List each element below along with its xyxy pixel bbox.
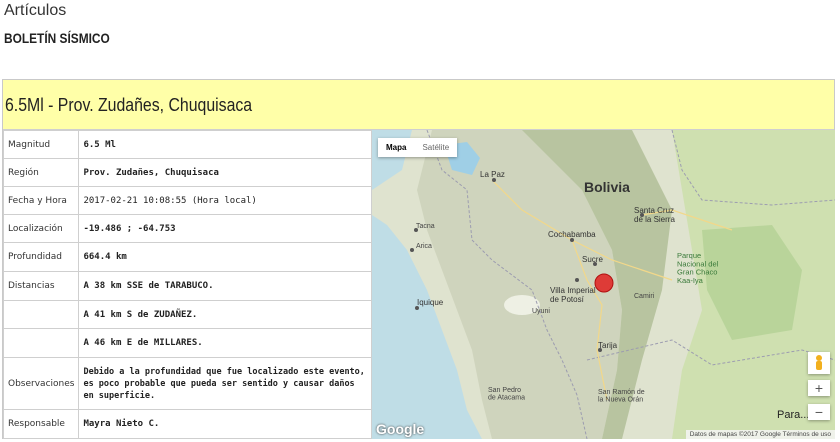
section-title: BOLETÍN SÍSMICO: [4, 30, 110, 46]
place-label: Sucre: [582, 255, 603, 264]
table-row: Profundidad 664.4 km: [2, 242, 372, 272]
row-value: A 41 km S de ZUDAÑEZ.: [78, 300, 372, 329]
place-label: Tarija: [598, 341, 618, 350]
row-label: Observaciones: [2, 357, 80, 410]
event-title: 6.5Ml - Prov. Zudañes, Chuquisaca: [5, 95, 253, 115]
map-labels: Bolivia La Paz Cochabamba Santa Cruz de l…: [416, 170, 809, 421]
place-label: La Paz: [480, 170, 505, 179]
map-attribution[interactable]: Datos de mapas ©2017 Google Términos de …: [685, 430, 835, 439]
event-title-bar: 6.5Ml - Prov. Zudañes, Chuquisaca: [3, 80, 834, 130]
row-value: 664.4 km: [78, 242, 372, 272]
table-row: Región Prov. Zudañes, Chuquisaca: [2, 158, 372, 187]
place-label: Iquique: [417, 298, 444, 307]
place-label: Cochabamba: [548, 230, 596, 239]
map-type-map-button[interactable]: Mapa: [378, 138, 414, 157]
place-label: Parque Nacional del Gran Chaco Kaa-Iya: [677, 251, 719, 285]
epicenter-map[interactable]: Bolivia La Paz Cochabamba Santa Cruz de l…: [372, 130, 835, 439]
table-row: Localización -19.486 ; -64.753: [2, 214, 372, 243]
place-label: Camiri: [634, 293, 655, 300]
row-value: Mayra Nieto C.: [78, 409, 372, 439]
row-value: -19.486 ; -64.753: [78, 214, 372, 243]
street-view-pegman-icon[interactable]: [808, 352, 830, 374]
zoom-out-button[interactable]: −: [808, 404, 830, 420]
zoom-in-button[interactable]: +: [808, 380, 830, 396]
row-value: Debido a la profundidad que fue localiza…: [78, 357, 372, 410]
bulletin-card: 6.5Ml - Prov. Zudañes, Chuquisaca Magnit…: [2, 79, 835, 439]
table-row: Fecha y Hora 2017-02-21 10:08:55 (Hora l…: [2, 186, 372, 215]
table-row: Observaciones Debido a la profundidad qu…: [2, 357, 372, 410]
place-label: Uyuni: [532, 308, 550, 315]
table-row: Magnitud 6.5 Ml: [2, 130, 372, 159]
place-label: Villa Imperial de Potosí: [550, 286, 596, 304]
breadcrumb[interactable]: Artículos: [4, 2, 66, 20]
place-label: Santa Cruz de la Sierra: [634, 206, 675, 224]
row-value: 6.5 Ml: [78, 130, 372, 159]
row-label: [2, 328, 80, 358]
row-label: Responsable: [2, 409, 80, 439]
map-type-control: Mapa Satélite: [378, 138, 458, 157]
row-value: A 38 km SSE de TARABUCO.: [78, 271, 372, 301]
row-label: Localización: [2, 214, 80, 243]
place-label: Tacna: [416, 223, 435, 230]
row-label: Magnitud: [2, 130, 80, 159]
place-label: Para...: [777, 409, 809, 421]
google-logo: Google: [376, 421, 425, 437]
country-label: Bolivia: [584, 179, 630, 195]
table-row: A 41 km S de ZUDAÑEZ.: [2, 300, 372, 329]
row-value: Prov. Zudañes, Chuquisaca: [78, 158, 372, 187]
row-label: [2, 300, 80, 329]
map-type-satellite-button[interactable]: Satélite: [414, 138, 457, 157]
table-row: Responsable Mayra Nieto C.: [2, 409, 372, 439]
row-value: 2017-02-21 10:08:55 (Hora local): [78, 186, 372, 215]
row-label: Profundidad: [2, 242, 80, 272]
place-label: San Ramón de la Nueva Orán: [598, 389, 645, 404]
row-label: Distancias: [2, 271, 80, 301]
place-label: Arica: [416, 243, 432, 250]
table-row: A 46 km E de MILLARES.: [2, 328, 372, 358]
place-label: San Pedro de Atacama: [488, 387, 525, 402]
row-label: Región: [2, 158, 80, 187]
row-value: A 46 km E de MILLARES.: [78, 328, 372, 358]
event-details-table: Magnitud 6.5 Ml Región Prov. Zudañes, Ch…: [2, 130, 372, 439]
row-label: Fecha y Hora: [2, 186, 80, 215]
table-row: Distancias A 38 km SSE de TARABUCO.: [2, 271, 372, 301]
